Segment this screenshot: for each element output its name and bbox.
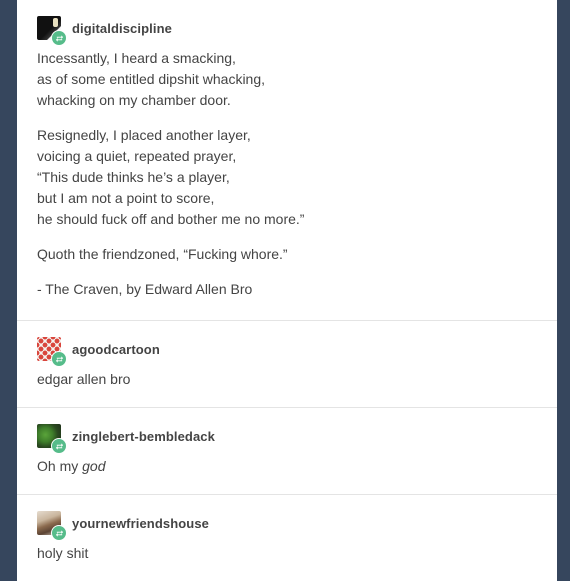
reblog-thread: digitaldiscipline Incessantly, I heard a… <box>17 0 557 581</box>
paragraph: - The Craven, by Edward Allen Bro <box>37 279 537 300</box>
paragraph: Quoth the friendzoned, “Fucking whore.” <box>37 244 537 265</box>
avatar[interactable] <box>37 424 67 454</box>
avatar[interactable] <box>37 16 67 46</box>
italic-text: god <box>82 458 106 474</box>
text-line: voicing a quiet, repeated prayer, <box>37 148 237 164</box>
reblog-entry: yournewfriendshouse holy shit <box>17 494 557 581</box>
plain-text: Oh my <box>37 458 83 474</box>
reblog-icon <box>51 351 67 367</box>
reblog-entry: agoodcartoon edgar allen bro <box>17 320 557 407</box>
entry-body: Oh my god <box>37 456 537 477</box>
text-line: he should fuck off and bother me no more… <box>37 211 305 227</box>
username-link[interactable]: yournewfriendshouse <box>72 516 209 531</box>
reblog-entry: zinglebert-bembledack Oh my god <box>17 407 557 494</box>
username-link[interactable]: agoodcartoon <box>72 342 160 357</box>
text-line: as of some entitled dipshit whacking, <box>37 71 266 87</box>
text-line: “This dude thinks he’s a player, <box>37 169 230 185</box>
entry-body: holy shit <box>37 543 537 564</box>
reblog-icon <box>51 525 67 541</box>
entry-header: yournewfriendshouse <box>37 509 537 541</box>
paragraph: holy shit <box>37 545 89 561</box>
username-link[interactable]: digitaldiscipline <box>72 21 172 36</box>
entry-header: digitaldiscipline <box>37 14 537 46</box>
avatar[interactable] <box>37 511 67 541</box>
reblog-icon <box>51 30 67 46</box>
paragraph: Oh my god <box>37 456 537 477</box>
entry-header: agoodcartoon <box>37 335 537 367</box>
avatar[interactable] <box>37 337 67 367</box>
reblog-entry: digitaldiscipline Incessantly, I heard a… <box>17 0 557 320</box>
text-line: but I am not a point to score, <box>37 190 215 206</box>
paragraph: Incessantly, I heard a smacking, as of s… <box>37 48 537 111</box>
text-line: Resignedly, I placed another layer, <box>37 127 251 143</box>
paragraph: Resignedly, I placed another layer, voic… <box>37 125 537 230</box>
username-link[interactable]: zinglebert-bembledack <box>72 429 215 444</box>
entry-body: edgar allen bro <box>37 369 537 390</box>
text-line: Quoth the friendzoned, “Fucking whore.” <box>37 246 288 262</box>
entry-body: Incessantly, I heard a smacking, as of s… <box>37 48 537 300</box>
entry-header: zinglebert-bembledack <box>37 422 537 454</box>
text-line: whacking on my chamber door. <box>37 92 231 108</box>
paragraph: edgar allen bro <box>37 371 131 387</box>
reblog-icon <box>51 438 67 454</box>
text-line: - The Craven, by Edward Allen Bro <box>37 281 253 297</box>
text-line: Incessantly, I heard a smacking, <box>37 50 236 66</box>
